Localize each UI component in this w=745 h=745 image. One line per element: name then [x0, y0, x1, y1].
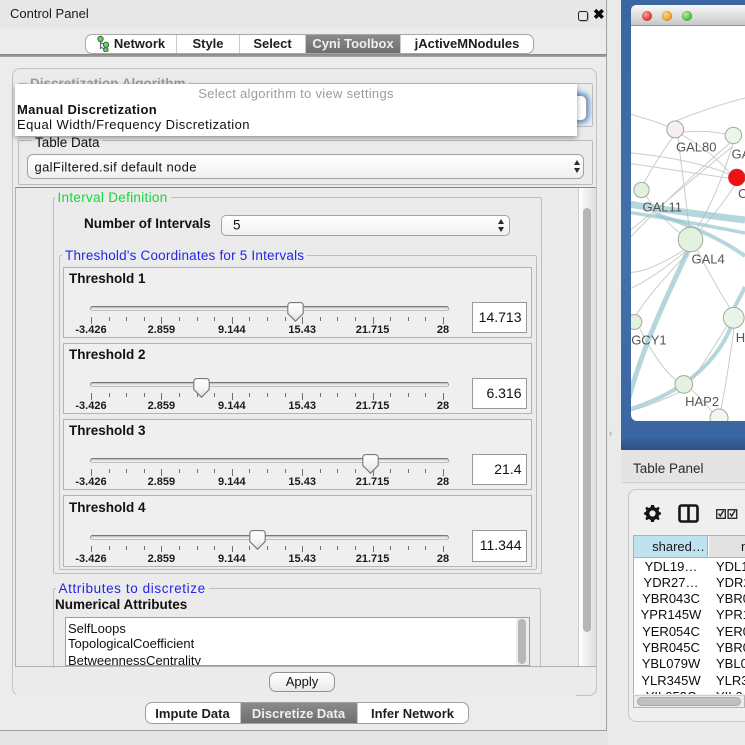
svg-text:HAP2: HAP2 — [685, 394, 719, 409]
svg-text:GAL11: GAL11 — [643, 200, 683, 215]
svg-text:C: C — [738, 186, 745, 201]
svg-text:GA: GA — [732, 147, 745, 162]
svg-text:H: H — [736, 330, 745, 345]
svg-text:GAL80: GAL80 — [676, 140, 716, 155]
svg-text:GAL4: GAL4 — [692, 252, 725, 267]
svg-text:GCY1: GCY1 — [631, 333, 666, 348]
